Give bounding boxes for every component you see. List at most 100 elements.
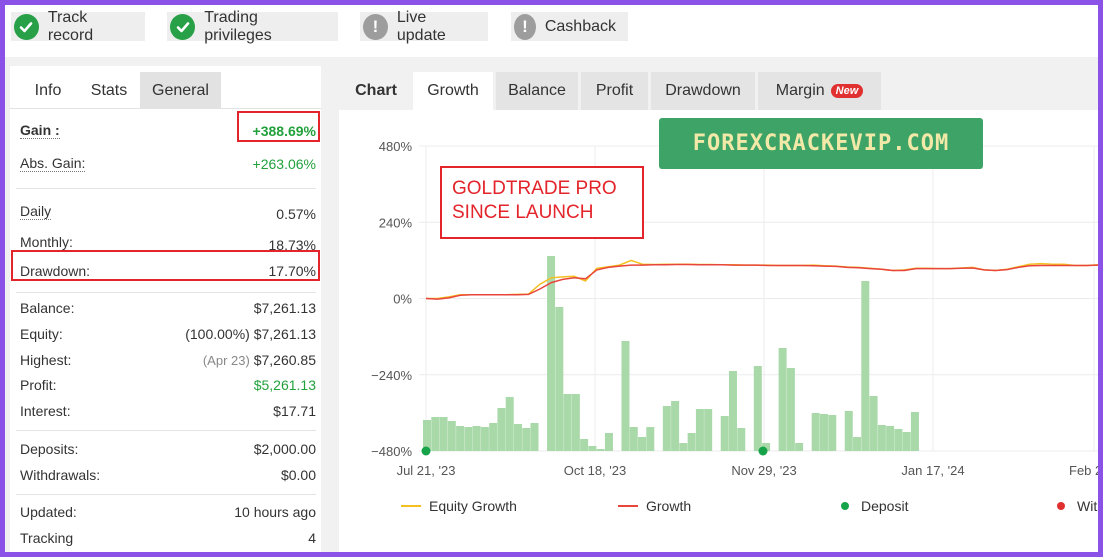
profit-bar	[811, 413, 820, 451]
profit-bar	[844, 411, 853, 451]
stat-value: +263.06%	[252, 155, 316, 172]
legend-label: Deposit	[861, 498, 909, 514]
divider	[16, 188, 316, 189]
annotation-line2: SINCE LAUNCH	[452, 202, 594, 223]
stat-balance: Balance: $7,261.13	[20, 300, 316, 316]
profit-bar	[671, 401, 680, 451]
chart-tabs: Chart Growth Balance Profit Drawdown Mar…	[339, 66, 1098, 110]
stat-label: Updated:	[20, 504, 77, 520]
profit-bar	[902, 432, 911, 451]
tab-chart[interactable]: Chart	[339, 72, 413, 110]
stat-daily: Daily 0.57%	[20, 200, 316, 222]
y-tick-label: −240%	[371, 368, 412, 383]
gain-highlight-box	[237, 111, 320, 142]
new-badge: New	[830, 84, 864, 98]
profit-bar	[828, 415, 837, 451]
profit-bar	[704, 409, 713, 451]
profit-bar	[687, 433, 696, 451]
stat-label: Balance:	[20, 300, 75, 316]
profit-bar	[819, 414, 828, 451]
profit-bar	[497, 408, 506, 451]
tab-general[interactable]: General	[140, 72, 221, 109]
x-tick-label: Jul 21, '23	[397, 463, 456, 478]
profit-bar	[869, 396, 878, 451]
profit-bar	[753, 366, 762, 451]
exclamation-icon: !	[514, 13, 536, 40]
profit-bar	[456, 426, 465, 451]
annotation-line1: GOLDTRADE PRO	[452, 178, 617, 199]
profit-bar	[737, 428, 746, 451]
stat-label: Gain :	[20, 122, 60, 139]
stat-label: Deposits:	[20, 441, 79, 457]
stat-value: 0.57%	[276, 206, 316, 222]
stat-value: $7,261.13	[253, 326, 316, 342]
profit-bar	[513, 424, 522, 451]
badge-label: Live update	[396, 8, 446, 44]
badge-trading-privileges[interactable]: Trading privileges	[167, 9, 338, 44]
profit-bar	[778, 348, 787, 451]
tab-drawdown[interactable]: Drawdown	[651, 72, 755, 110]
tab-info[interactable]: Info	[18, 72, 78, 109]
divider	[16, 494, 316, 495]
stat-prefix: (Apr 23)	[202, 353, 250, 368]
stat-label: Highest:	[20, 352, 72, 368]
tab-label: Margin	[775, 82, 825, 99]
legend-swatch	[618, 505, 638, 507]
stat-abs-gain: Abs. Gain: +263.06%	[20, 155, 316, 172]
profit-bar	[679, 443, 688, 451]
profit-bar	[439, 417, 448, 451]
stat-prefix: (100.00%)	[185, 326, 250, 342]
profit-bar	[853, 437, 862, 451]
tab-margin[interactable]: Margin New	[758, 72, 881, 110]
profit-bar	[505, 397, 514, 451]
profit-bar	[423, 420, 431, 451]
profit-bar	[638, 437, 647, 451]
check-icon	[14, 13, 39, 40]
tab-stats[interactable]: Stats	[78, 72, 140, 109]
tab-profit[interactable]: Profit	[581, 72, 648, 110]
y-tick-label: 0%	[393, 292, 412, 307]
profit-bar	[563, 394, 572, 451]
stat-value: $2,000.00	[253, 441, 316, 457]
legend-equity-growth[interactable]: Equity Growth	[401, 498, 517, 514]
divider	[16, 430, 316, 431]
legend-deposit[interactable]: Deposit	[841, 498, 908, 514]
stat-value: $17.71	[273, 403, 316, 419]
stat-value: 10 hours ago	[234, 504, 316, 520]
profit-bar	[431, 417, 440, 451]
badge-live-update[interactable]: ! Live update	[360, 9, 488, 44]
profit-bar	[588, 446, 597, 451]
stat-deposits: Deposits: $2,000.00	[20, 441, 316, 457]
stat-highest: Highest: (Apr 23) $7,260.85	[20, 352, 316, 368]
legend-withdrawal[interactable]: Wit	[1057, 498, 1097, 514]
profit-bar	[662, 406, 671, 451]
exclamation-icon: !	[363, 13, 388, 40]
profit-bar	[877, 425, 886, 451]
stat-equity: Equity: (100.00%) $7,261.13	[20, 326, 316, 342]
legend-label: Growth	[646, 498, 692, 514]
y-tick-label: −480%	[371, 444, 412, 459]
profit-bar	[695, 409, 704, 451]
stat-profit: Profit: $5,261.13	[20, 377, 316, 393]
x-tick-label: Feb 2	[1069, 463, 1098, 478]
tab-balance[interactable]: Balance	[496, 72, 578, 110]
equity-growth-line	[426, 259, 1098, 300]
legend-swatch	[401, 505, 421, 507]
divider	[16, 292, 316, 293]
badge-cashback[interactable]: ! Cashback	[511, 12, 628, 41]
x-tick-label: Oct 18, '23	[564, 463, 626, 478]
profit-bar	[894, 429, 903, 451]
legend-growth[interactable]: Growth	[618, 498, 691, 514]
stat-updated: Updated: 10 hours ago	[20, 504, 316, 520]
profit-bar	[910, 412, 919, 451]
legend-label: Equity Growth	[429, 498, 517, 514]
deposit-marker	[421, 446, 431, 456]
stat-label: Profit:	[20, 377, 57, 393]
badge-track-record[interactable]: Track record	[11, 9, 145, 44]
profit-bar	[861, 281, 870, 451]
profit-bar	[786, 368, 795, 451]
profit-bar	[604, 433, 613, 451]
profit-bar	[447, 421, 456, 451]
profit-bar	[555, 307, 564, 451]
tab-growth[interactable]: Growth	[413, 72, 493, 110]
